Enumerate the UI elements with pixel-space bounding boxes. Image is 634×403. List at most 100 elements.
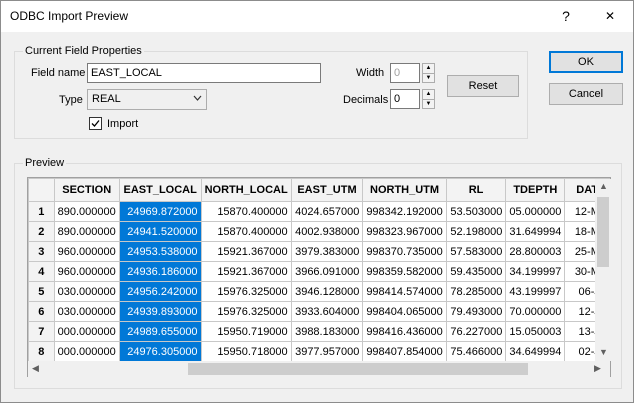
table-cell[interactable]: 960.000000 bbox=[53, 241, 120, 262]
spin-up-icon[interactable]: ▲ bbox=[423, 90, 434, 99]
close-button[interactable]: ✕ bbox=[595, 3, 625, 29]
width-input[interactable]: 0 bbox=[390, 63, 420, 83]
table-cell[interactable]: 76.227000 bbox=[445, 321, 507, 342]
table-cell[interactable]: 890.000000 bbox=[53, 221, 120, 242]
table-cell[interactable]: 15976.325000 bbox=[200, 281, 292, 302]
scroll-thumb[interactable] bbox=[188, 363, 528, 375]
table-cell[interactable]: 79.493000 bbox=[445, 301, 507, 322]
table-cell[interactable]: 15976.325000 bbox=[200, 301, 292, 322]
table-row[interactable]: 1 890.000000 24969.872000 15870.400000 4024.… bbox=[28, 201, 610, 222]
cancel-button[interactable]: Cancel bbox=[549, 83, 623, 105]
row-number[interactable]: 1 bbox=[28, 201, 55, 222]
column-header[interactable]: EAST_LOCAL bbox=[118, 178, 202, 202]
column-header[interactable]: SECTION bbox=[53, 178, 120, 202]
selected-cell[interactable]: 24976.305000 bbox=[118, 341, 202, 362]
scroll-down-icon[interactable]: ▼ bbox=[599, 347, 608, 357]
table-cell[interactable]: 3946.128000 bbox=[290, 281, 364, 302]
row-number[interactable]: 7 bbox=[28, 321, 55, 342]
table-row[interactable]: 3 960.000000 24953.538000 15921.367000 3979.… bbox=[28, 241, 610, 262]
table-cell[interactable]: 998404.065000 bbox=[362, 301, 447, 322]
table-cell[interactable]: 3977.957000 bbox=[290, 341, 364, 362]
table-cell[interactable]: 31.649994 bbox=[505, 221, 566, 242]
horizontal-scrollbar[interactable]: ◀ ▶ bbox=[28, 361, 610, 377]
table-cell[interactable]: 4002.938000 bbox=[290, 221, 364, 242]
column-header[interactable]: RL bbox=[445, 178, 507, 202]
selected-cell[interactable]: 24941.520000 bbox=[118, 221, 202, 242]
spin-down-icon[interactable]: ▼ bbox=[423, 99, 434, 108]
column-header[interactable]: EAST_UTM bbox=[290, 178, 364, 202]
selected-cell[interactable]: 24956.242000 bbox=[118, 281, 202, 302]
table-cell[interactable]: 998407.854000 bbox=[362, 341, 447, 362]
table-row[interactable]: 6 030.000000 24939.893000 15976.325000 3933.… bbox=[28, 301, 610, 322]
vertical-scrollbar[interactable]: ▲ ▼ bbox=[595, 179, 611, 361]
scroll-right-icon[interactable]: ▶ bbox=[594, 363, 601, 374]
spin-down-icon[interactable]: ▼ bbox=[423, 73, 434, 82]
row-number[interactable]: 3 bbox=[28, 241, 55, 262]
table-cell[interactable]: 28.800003 bbox=[505, 241, 566, 262]
table-cell[interactable]: 75.466000 bbox=[445, 341, 507, 362]
table-cell[interactable]: 998414.574000 bbox=[362, 281, 447, 302]
selected-cell[interactable]: 24953.538000 bbox=[118, 241, 202, 262]
spin-up-icon[interactable]: ▲ bbox=[423, 64, 434, 73]
row-number[interactable]: 8 bbox=[28, 341, 55, 362]
reset-button[interactable]: Reset bbox=[447, 75, 519, 97]
table-cell[interactable]: 05.000000 bbox=[505, 201, 566, 222]
table-cell[interactable]: 34.649994 bbox=[505, 341, 566, 362]
table-cell[interactable]: 998370.735000 bbox=[362, 241, 447, 262]
preview-grid[interactable]: SECTION EAST_LOCAL NORTH_LOCAL EAST_UTM … bbox=[27, 177, 611, 377]
table-cell[interactable]: 030.000000 bbox=[53, 301, 120, 322]
table-cell[interactable]: 34.199997 bbox=[505, 261, 566, 282]
table-cell[interactable]: 3979.383000 bbox=[290, 241, 364, 262]
selected-cell[interactable]: 24939.893000 bbox=[118, 301, 202, 322]
table-cell[interactable]: 15870.400000 bbox=[200, 201, 292, 222]
selected-cell[interactable]: 24936.186000 bbox=[118, 261, 202, 282]
column-header[interactable]: NORTH_UTM bbox=[362, 178, 447, 202]
table-cell[interactable]: 78.285000 bbox=[445, 281, 507, 302]
import-checkbox[interactable] bbox=[89, 117, 102, 130]
table-cell[interactable]: 15870.400000 bbox=[200, 221, 292, 242]
table-cell[interactable]: 3966.091000 bbox=[290, 261, 364, 282]
scroll-up-icon[interactable]: ▲ bbox=[599, 181, 608, 191]
table-cell[interactable]: 15921.367000 bbox=[200, 241, 292, 262]
decimals-input[interactable]: 0 bbox=[390, 89, 420, 109]
table-row[interactable]: 5 030.000000 24956.242000 15976.325000 3946.… bbox=[28, 281, 610, 302]
table-row[interactable]: 2 890.000000 24941.520000 15870.400000 4002.… bbox=[28, 221, 610, 242]
type-select[interactable]: REAL bbox=[87, 89, 207, 110]
column-header[interactable]: NORTH_LOCAL bbox=[200, 178, 292, 202]
table-cell[interactable]: 15921.367000 bbox=[200, 261, 292, 282]
table-cell[interactable]: 000.000000 bbox=[53, 341, 120, 362]
table-cell[interactable]: 59.435000 bbox=[445, 261, 507, 282]
column-header[interactable]: TDEPTH bbox=[505, 178, 566, 202]
row-number[interactable]: 4 bbox=[28, 261, 55, 282]
table-cell[interactable]: 52.198000 bbox=[445, 221, 507, 242]
table-cell[interactable]: 998323.967000 bbox=[362, 221, 447, 242]
scroll-left-icon[interactable]: ◀ bbox=[32, 363, 39, 374]
scroll-thumb[interactable] bbox=[597, 197, 609, 267]
table-cell[interactable]: 960.000000 bbox=[53, 261, 120, 282]
table-cell[interactable]: 4024.657000 bbox=[290, 201, 364, 222]
table-row[interactable]: 7 000.000000 24989.655000 15950.719000 3988.… bbox=[28, 321, 610, 342]
row-number[interactable]: 6 bbox=[28, 301, 55, 322]
table-cell[interactable]: 998342.192000 bbox=[362, 201, 447, 222]
table-cell[interactable]: 15950.718000 bbox=[200, 341, 292, 362]
row-number[interactable]: 5 bbox=[28, 281, 55, 302]
help-button[interactable]: ? bbox=[553, 3, 579, 29]
table-cell[interactable]: 43.199997 bbox=[505, 281, 566, 302]
table-cell[interactable]: 890.000000 bbox=[53, 201, 120, 222]
table-cell[interactable]: 15.050003 bbox=[505, 321, 566, 342]
table-cell[interactable]: 57.583000 bbox=[445, 241, 507, 262]
width-spinner[interactable]: ▲ ▼ bbox=[422, 63, 435, 83]
table-row[interactable]: 4 960.000000 24936.186000 15921.367000 3966.… bbox=[28, 261, 610, 282]
table-cell[interactable]: 998359.582000 bbox=[362, 261, 447, 282]
table-cell[interactable]: 030.000000 bbox=[53, 281, 120, 302]
table-row[interactable]: 8 000.000000 24976.305000 15950.718000 3977.… bbox=[28, 341, 610, 362]
table-cell[interactable]: 70.000000 bbox=[505, 301, 566, 322]
table-cell[interactable]: 3933.604000 bbox=[290, 301, 364, 322]
table-cell[interactable]: 000.000000 bbox=[53, 321, 120, 342]
row-number[interactable]: 2 bbox=[28, 221, 55, 242]
selected-cell[interactable]: 24989.655000 bbox=[118, 321, 202, 342]
selected-cell[interactable]: 24969.872000 bbox=[118, 201, 202, 222]
table-cell[interactable]: 3988.183000 bbox=[290, 321, 364, 342]
table-cell[interactable]: 53.503000 bbox=[445, 201, 507, 222]
table-cell[interactable]: 15950.719000 bbox=[200, 321, 292, 342]
